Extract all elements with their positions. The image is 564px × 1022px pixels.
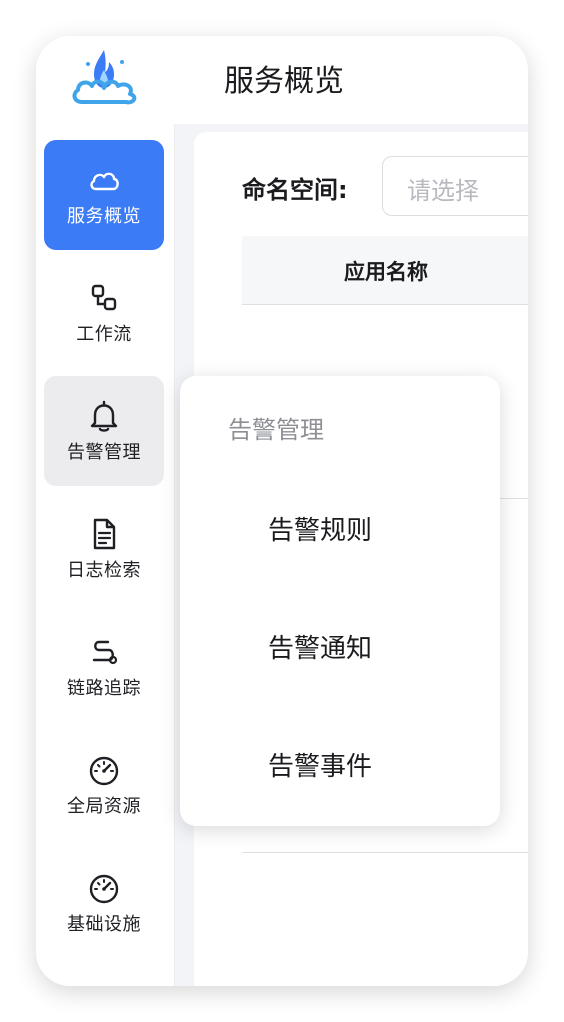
sidebar-item-infrastructure[interactable]: 基础设施: [44, 848, 164, 958]
cloud-icon: [90, 172, 119, 191]
namespace-select[interactable]: 请选择: [382, 156, 528, 216]
sidebar-item-label: 链路追踪: [67, 678, 141, 699]
sidebar-item-label: 日志检索: [67, 560, 141, 581]
table-header: 应用名称: [242, 236, 528, 305]
header: 服务概览: [174, 36, 528, 124]
workflow-icon: [91, 284, 117, 311]
gauge-icon: [89, 756, 119, 786]
alert-management-submenu: 告警管理 告警规则 告警通知 告警事件: [180, 376, 500, 826]
sidebar-item-global-resources[interactable]: 全局资源: [44, 730, 164, 840]
table-row-divider: [242, 852, 528, 853]
sidebar-item-alert-management[interactable]: 告警管理: [44, 376, 164, 486]
sidebar-item-label: 工作流: [76, 324, 132, 345]
column-header-app-name[interactable]: 应用名称: [344, 256, 428, 286]
sidebar-item-label: 告警管理: [67, 442, 141, 463]
page-title: 服务概览: [224, 64, 344, 99]
document-icon: [93, 518, 116, 550]
sidebar-item-trace[interactable]: 链路追踪: [44, 612, 164, 722]
sidebar-item-workflow[interactable]: 工作流: [44, 258, 164, 368]
sidebar-item-log-search[interactable]: 日志检索: [44, 494, 164, 604]
route-icon: [92, 640, 118, 665]
sidebar-item-label: 基础设施: [67, 914, 141, 935]
sidebar-item-label: 全局资源: [67, 796, 141, 817]
sidebar: 服务概览 工作流 告警管理 日志检索 链路追踪 全局资源 基础设施: [36, 36, 175, 986]
namespace-label: 命名空间:: [242, 176, 348, 204]
sidebar-item-label: 服务概览: [67, 206, 141, 227]
menu-item-alert-rules[interactable]: 告警规则: [268, 510, 372, 547]
menu-item-alert-events[interactable]: 告警事件: [268, 746, 372, 783]
submenu-title: 告警管理: [228, 416, 324, 444]
menu-item-alert-notifications[interactable]: 告警通知: [268, 628, 372, 665]
logo-icon: [72, 50, 137, 105]
sidebar-item-service-overview[interactable]: 服务概览: [44, 140, 164, 250]
gauge-icon: [89, 874, 119, 904]
bell-icon: [90, 400, 118, 432]
